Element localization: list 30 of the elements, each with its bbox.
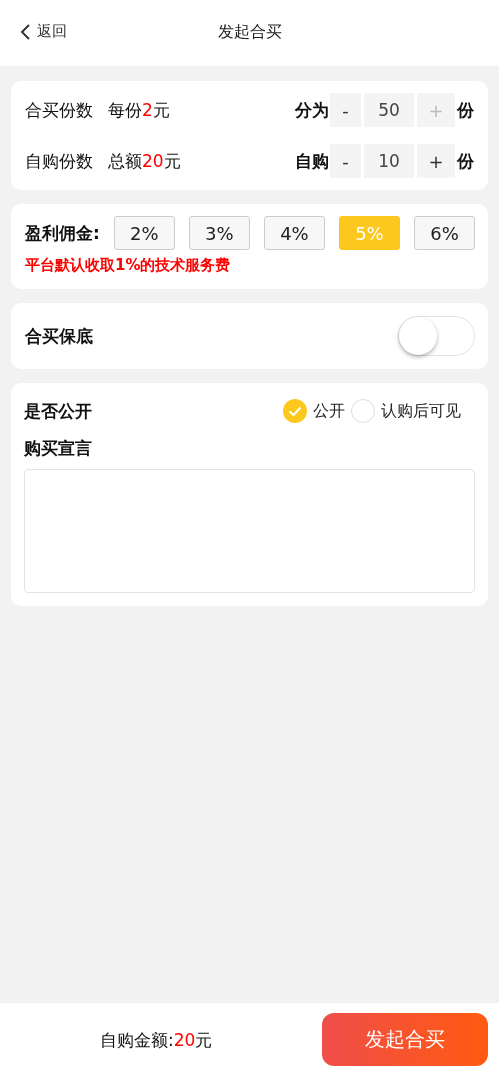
quantity-field[interactable]: 10 [364,144,414,178]
guarantee-label: 合买保底 [25,324,93,348]
decrement-button[interactable]: - [330,144,361,178]
commission-label: 盈利佣金: [25,221,100,245]
radio-option[interactable]: 公开 [283,399,345,423]
stepper-label: 自购 [295,149,329,173]
fee-note: 平台默认收取1%的技术服务费 [25,256,231,275]
radio-option[interactable]: 认购后可见 [351,399,461,423]
quantity-field[interactable]: 50 [364,93,414,127]
toggle-switch[interactable] [398,316,475,356]
self-buy-amount: 自购金额:20元 [100,1029,213,1050]
declaration-label: 购买宣言 [24,437,92,460]
back-button[interactable]: 返回 [20,22,67,41]
back-icon [20,22,31,41]
increment-button[interactable]: + [417,144,455,178]
page-title: 发起合买 [217,22,282,41]
percent-option[interactable]: 3% [188,216,250,250]
stepper-label: 分为 [295,98,329,122]
visibility-label: 是否公开 [24,399,93,423]
amount-text: 每份2元 [108,99,170,120]
declaration-field[interactable] [24,469,475,593]
row-label: 自购份数 [25,149,93,173]
decrement-button[interactable]: - [330,93,361,127]
unit-label: 份 [457,98,474,122]
percent-option[interactable]: 2% [113,216,175,250]
percent-option[interactable]: 6% [413,216,475,250]
amount-text: 总额20元 [108,150,181,171]
percent-option[interactable]: 4% [263,216,325,250]
unit-label: 份 [457,149,474,173]
row-label: 合买份数 [25,98,93,122]
